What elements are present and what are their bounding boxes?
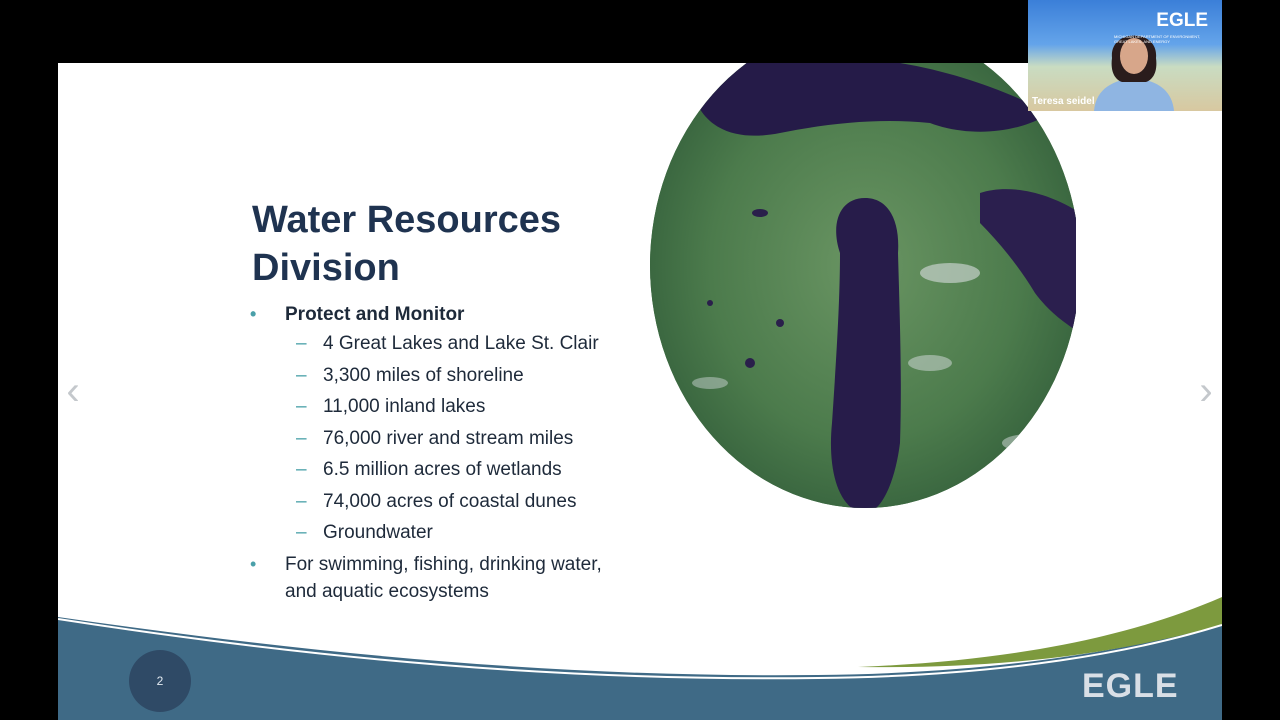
sub-bullet: 3,300 miles of shoreline [248, 360, 628, 392]
satellite-globe-image [650, 63, 1076, 508]
page-number: 2 [129, 650, 191, 712]
sub-bullet: 4 Great Lakes and Lake St. Clair [248, 328, 628, 360]
chevron-left-icon[interactable]: ‹ [60, 371, 86, 411]
slide-bullet-list: Protect and Monitor 4 Great Lakes and La… [248, 301, 628, 605]
footer-wave-decoration [58, 597, 1222, 720]
webcam-brand-subtitle: MICHIGAN DEPARTMENT OF ENVIRONMENT, GREA… [1114, 34, 1201, 44]
sub-bullet: 11,000 inland lakes [248, 391, 628, 423]
bullet-protect-monitor: Protect and Monitor [248, 301, 628, 328]
sub-bullet: Groundwater [248, 517, 628, 549]
webcam-video-tile[interactable]: EGLE MICHIGAN DEPARTMENT OF ENVIRONMENT,… [1028, 0, 1222, 111]
sub-bullet: 74,000 acres of coastal dunes [248, 486, 628, 518]
slide: Water Resources Division Protect and Mon… [58, 63, 1222, 720]
sub-bullet: 76,000 river and stream miles [248, 423, 628, 455]
slide-title: Water Resources Division [252, 199, 562, 289]
sub-bullet: 6.5 million acres of wetlands [248, 454, 628, 486]
webcam-brand-logo: EGLE [1156, 10, 1208, 31]
participant-name: Teresa seidel [1032, 96, 1095, 107]
egle-logo: EGLE [1082, 667, 1179, 705]
chevron-right-icon[interactable]: › [1193, 371, 1219, 411]
